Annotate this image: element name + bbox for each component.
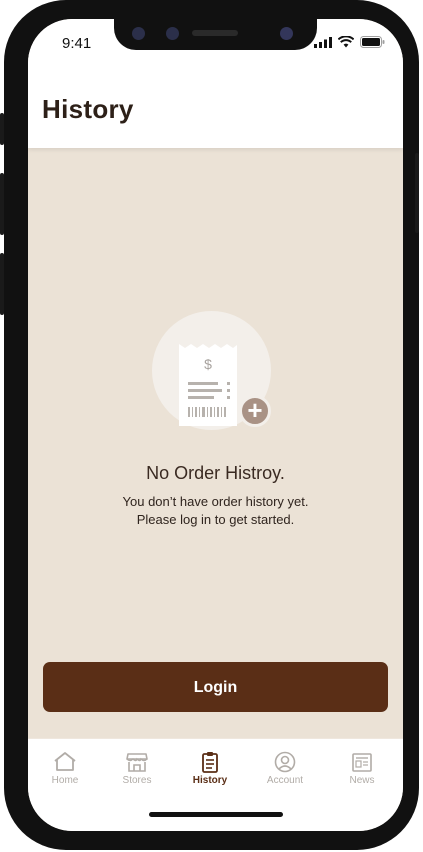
front-camera — [280, 27, 293, 40]
login-button[interactable]: Login — [43, 662, 388, 712]
receipt-icon: $ — [179, 344, 237, 426]
clipboard-icon — [202, 752, 218, 773]
empty-state-message-line-1: You don’t have order history yet. — [122, 494, 309, 509]
tab-stores[interactable]: Stores — [102, 751, 172, 786]
empty-state-title: No Order Histroy. — [146, 463, 285, 483]
battery-icon — [360, 36, 385, 48]
signal-icon — [314, 37, 332, 48]
account-icon — [274, 751, 296, 773]
tab-account-label: Account — [266, 775, 304, 786]
tab-stores-label: Stores — [122, 775, 152, 786]
tab-home-label: Home — [51, 775, 79, 786]
empty-state-message: You don’t have order history yet. Please… — [28, 493, 403, 529]
phone-frame: 9:41 History $ + No Order Histroy. You d… — [0, 0, 419, 850]
tab-account[interactable]: Account — [250, 751, 320, 786]
page-title: History — [42, 94, 134, 124]
power-button — [415, 153, 419, 233]
empty-state-message-line-2: Please log in to get started. — [136, 512, 295, 527]
page-header: History — [28, 63, 403, 148]
svg-text:$: $ — [204, 356, 212, 372]
tab-news[interactable]: News — [327, 751, 397, 786]
notch — [114, 19, 317, 50]
home-indicator[interactable] — [149, 812, 283, 817]
tab-home[interactable]: Home — [30, 751, 100, 786]
store-icon — [126, 753, 148, 772]
newspaper-icon — [352, 753, 372, 772]
tab-history-label: History — [192, 775, 228, 786]
home-icon — [54, 752, 76, 771]
status-time: 9:41 — [62, 35, 92, 52]
mute-switch — [0, 113, 4, 145]
sensor — [166, 27, 179, 40]
tab-history[interactable]: History — [175, 751, 245, 786]
screen: 9:41 History $ + No Order Histroy. You d… — [28, 19, 403, 831]
speaker — [192, 30, 238, 36]
tab-bar: Home Stores History Account News — [28, 738, 403, 831]
tab-news-label: News — [349, 775, 375, 786]
wifi-icon — [338, 36, 354, 48]
plus-icon: + — [239, 395, 271, 427]
volume-down-button — [0, 253, 4, 315]
camera — [132, 27, 145, 40]
status-icons — [314, 36, 385, 48]
empty-history-content: $ + No Order Histroy. You don’t have ord… — [28, 148, 403, 738]
volume-up-button — [0, 173, 4, 235]
